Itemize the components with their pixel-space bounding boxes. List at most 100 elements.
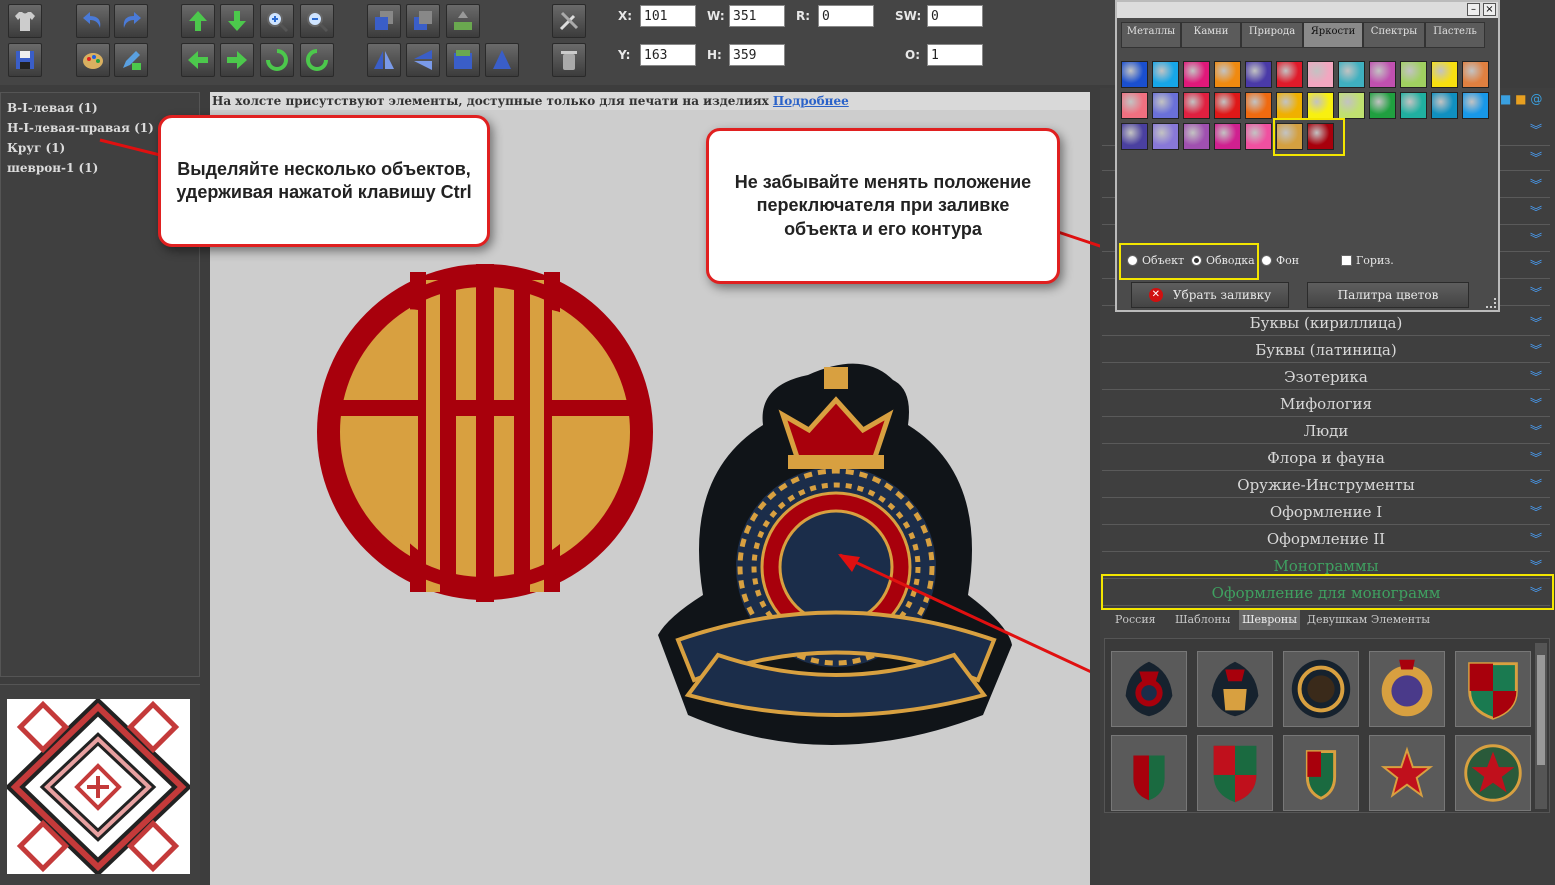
color-swatch[interactable] xyxy=(1462,92,1489,119)
color-swatch[interactable] xyxy=(1369,61,1396,88)
ok-icon[interactable]: ■ xyxy=(1515,92,1526,106)
color-swatch[interactable] xyxy=(1152,92,1179,119)
color-swatch[interactable] xyxy=(1462,61,1489,88)
palette-tab-brightness[interactable]: Яркости xyxy=(1303,22,1363,48)
category-label: Буквы (латиница) xyxy=(1255,341,1397,359)
chevron-down-icon: ︾ xyxy=(1529,478,1542,492)
thumbnail-item[interactable] xyxy=(1455,735,1531,811)
thumbnail-item[interactable] xyxy=(1111,735,1187,811)
minimize-icon[interactable]: – xyxy=(1467,3,1480,16)
horizontal-checkbox[interactable] xyxy=(1341,255,1352,266)
palette-tab-spectra[interactable]: Спектры xyxy=(1363,22,1425,48)
color-palette-button[interactable]: Палитра цветов xyxy=(1307,282,1469,308)
palette-tab-stones[interactable]: Камни xyxy=(1181,22,1241,48)
category-design-2[interactable]: Оформление II ︾ xyxy=(1102,527,1550,552)
color-swatch[interactable] xyxy=(1245,61,1272,88)
thumbnail-grid xyxy=(1104,638,1550,813)
remove-fill-button[interactable]: ✕ Убрать заливку xyxy=(1131,282,1289,308)
color-swatch[interactable] xyxy=(1276,92,1303,119)
category-label: Флора и фауна xyxy=(1267,449,1385,467)
callout-switch: Не забывайте менять положение переключат… xyxy=(706,128,1060,284)
color-swatch[interactable] xyxy=(1152,123,1179,150)
share-icon[interactable]: ■ xyxy=(1500,92,1511,106)
chevron-down-icon: ︾ xyxy=(1529,316,1542,330)
chevron-down-icon: ︾ xyxy=(1529,370,1542,384)
chevron-down-icon: ︾ xyxy=(1529,451,1542,465)
color-swatch[interactable] xyxy=(1431,61,1458,88)
callout-multiselect: Выделяйте несколько объектов, удерживая … xyxy=(158,115,490,247)
color-swatch[interactable] xyxy=(1400,61,1427,88)
color-swatch[interactable] xyxy=(1245,123,1272,150)
thumbnail-item[interactable] xyxy=(1369,651,1445,727)
sub-tab-chevrons[interactable]: Шевроны xyxy=(1239,610,1301,630)
fill-target-background[interactable]: Фон xyxy=(1261,254,1299,267)
category-letters-latin[interactable]: Буквы (латиница) ︾ xyxy=(1102,338,1550,363)
sub-tab-templates[interactable]: Шаблоны xyxy=(1175,610,1230,630)
category-label: Оформление I xyxy=(1269,503,1383,521)
color-palette-window: – × Металлы Камни Природа Яркости Спектр… xyxy=(1115,0,1500,312)
remove-icon: ✕ xyxy=(1148,288,1163,302)
radio-stroke-label: Обводка xyxy=(1206,254,1255,267)
color-swatch[interactable] xyxy=(1431,92,1458,119)
thumbnail-item[interactable] xyxy=(1111,651,1187,727)
resize-grip-icon[interactable] xyxy=(1486,298,1496,308)
category-esoteric[interactable]: Эзотерика ︾ xyxy=(1102,365,1550,390)
color-swatch[interactable] xyxy=(1307,61,1334,88)
fill-target-stroke[interactable]: Обводка xyxy=(1191,254,1255,267)
category-design-1[interactable]: Оформление I ︾ xyxy=(1102,500,1550,525)
palette-tab-nature[interactable]: Природа xyxy=(1241,22,1303,48)
color-swatch[interactable] xyxy=(1183,123,1210,150)
category-monogram-design[interactable]: Оформление для монограмм ︾ xyxy=(1102,581,1550,606)
thumbnail-item[interactable] xyxy=(1369,735,1445,811)
color-swatch[interactable] xyxy=(1400,92,1427,119)
color-swatch[interactable] xyxy=(1121,61,1148,88)
color-swatch[interactable] xyxy=(1214,123,1241,150)
radio-object[interactable] xyxy=(1127,255,1138,266)
color-swatch[interactable] xyxy=(1307,123,1334,150)
category-mythology[interactable]: Мифология ︾ xyxy=(1102,392,1550,417)
palette-tab-pastel[interactable]: Пастель xyxy=(1425,22,1485,48)
color-swatch[interactable] xyxy=(1369,92,1396,119)
category-people[interactable]: Люди ︾ xyxy=(1102,419,1550,444)
horizontal-gradient-option[interactable]: Гориз. xyxy=(1341,254,1394,267)
color-swatch[interactable] xyxy=(1338,92,1365,119)
sub-tab-girls-elements[interactable]: Девушкам Элементы xyxy=(1307,610,1430,630)
radio-background-label: Фон xyxy=(1276,254,1300,267)
thumbnail-item[interactable] xyxy=(1283,651,1359,727)
color-swatch[interactable] xyxy=(1245,92,1272,119)
thumbnail-scrollbar[interactable] xyxy=(1535,643,1547,809)
thumbnail-item[interactable] xyxy=(1197,735,1273,811)
radio-background[interactable] xyxy=(1261,255,1272,266)
fill-target-object[interactable]: Объект xyxy=(1127,254,1184,267)
palette-tab-metals[interactable]: Металлы xyxy=(1121,22,1181,48)
sub-tab-russia[interactable]: Россия xyxy=(1115,610,1156,630)
mail-icon[interactable]: @ xyxy=(1530,92,1542,106)
thumbnail-item[interactable] xyxy=(1197,651,1273,727)
color-swatch[interactable] xyxy=(1152,61,1179,88)
color-swatch[interactable] xyxy=(1214,61,1241,88)
category-weapons-tools[interactable]: Оружие-Инструменты ︾ xyxy=(1102,473,1550,498)
palette-titlebar[interactable]: – × xyxy=(1117,2,1498,18)
thumbnail-item[interactable] xyxy=(1283,735,1359,811)
category-label: Монограммы xyxy=(1273,557,1379,575)
category-label: Люди xyxy=(1303,422,1349,440)
category-flora-fauna[interactable]: Флора и фауна ︾ xyxy=(1102,446,1550,471)
close-icon[interactable]: × xyxy=(1483,3,1496,16)
category-label: Эзотерика xyxy=(1284,368,1368,386)
radio-stroke[interactable] xyxy=(1191,255,1202,266)
color-swatch[interactable] xyxy=(1121,123,1148,150)
category-monograms[interactable]: Монограммы ︾ xyxy=(1102,554,1550,579)
color-swatch[interactable] xyxy=(1307,92,1334,119)
chevron-down-icon: ︾ xyxy=(1529,151,1542,165)
color-swatch[interactable] xyxy=(1276,61,1303,88)
color-swatch[interactable] xyxy=(1183,61,1210,88)
color-swatch[interactable] xyxy=(1338,61,1365,88)
category-letters-cyrillic[interactable]: Буквы (кириллица) ︾ xyxy=(1102,311,1550,336)
color-swatch[interactable] xyxy=(1276,123,1303,150)
social-icons: ■ ■ @ xyxy=(1500,92,1550,108)
color-swatch[interactable] xyxy=(1214,92,1241,119)
color-swatch[interactable] xyxy=(1121,92,1148,119)
chevron-down-icon: ︾ xyxy=(1529,532,1542,546)
color-swatch[interactable] xyxy=(1183,92,1210,119)
thumbnail-item[interactable] xyxy=(1455,651,1531,727)
